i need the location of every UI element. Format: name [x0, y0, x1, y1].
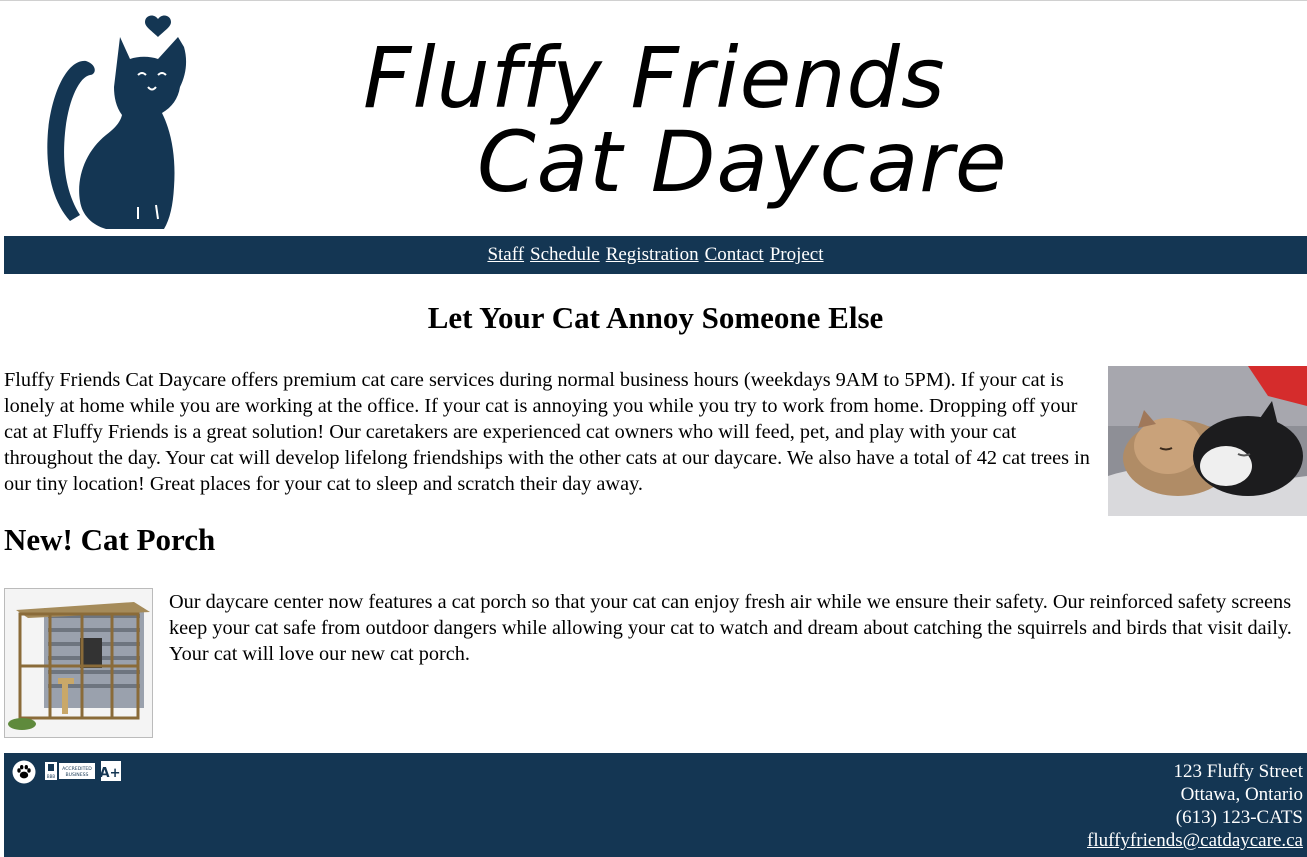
a-plus-rating-badge: A+: [100, 761, 121, 781]
cat-porch-heading: New! Cat Porch: [4, 522, 216, 557]
main-nav: Staff Schedule Registration Contact Proj…: [4, 236, 1307, 274]
site-title: Fluffy Friends Cat Daycare: [359, 29, 1049, 234]
page-heading: Let Your Cat Annoy Someone Else: [427, 300, 884, 335]
address-city: Ottawa, Ontario: [1180, 784, 1303, 805]
svg-text:A+: A+: [100, 766, 120, 781]
sleeping-cats-photo: [1108, 366, 1307, 516]
intro-paragraph: Fluffy Friends Cat Daycare offers premiu…: [4, 369, 1090, 495]
site-footer: BBB ACCREDITED BUSINESS A+ 123 Fluffy St…: [4, 753, 1307, 857]
phone-number: (613) 123-CATS: [1175, 807, 1303, 828]
address-street: 123 Fluffy Street: [1173, 761, 1303, 782]
nav-link-project[interactable]: Project: [770, 244, 824, 265]
svg-text:BUSINESS: BUSINESS: [66, 772, 89, 778]
svg-text:BBB: BBB: [47, 774, 55, 779]
site-title-line2: Cat Daycare: [477, 113, 1008, 211]
svg-text:ACCREDITED: ACCREDITED: [62, 766, 92, 772]
site-header: Fluffy Friends Cat Daycare: [4, 1, 1307, 236]
bbb-accredited-business-badge: BBB ACCREDITED BUSINESS: [43, 760, 97, 782]
cat-porch-photo: [4, 588, 153, 738]
footer-address: 123 Fluffy Street Ottawa, Ontario (613) …: [1087, 760, 1303, 852]
nav-link-registration[interactable]: Registration: [606, 244, 699, 265]
cat-porch-paragraph: Our daycare center now features a cat po…: [169, 591, 1292, 665]
email-link[interactable]: fluffyfriends@catdaycare.ca: [1087, 830, 1303, 851]
nav-link-staff[interactable]: Staff: [487, 244, 524, 265]
nav-link-schedule[interactable]: Schedule: [530, 244, 600, 265]
paw-icon: [12, 760, 36, 784]
nav-link-contact[interactable]: Contact: [705, 244, 764, 265]
cat-logo-icon: [47, 15, 187, 229]
